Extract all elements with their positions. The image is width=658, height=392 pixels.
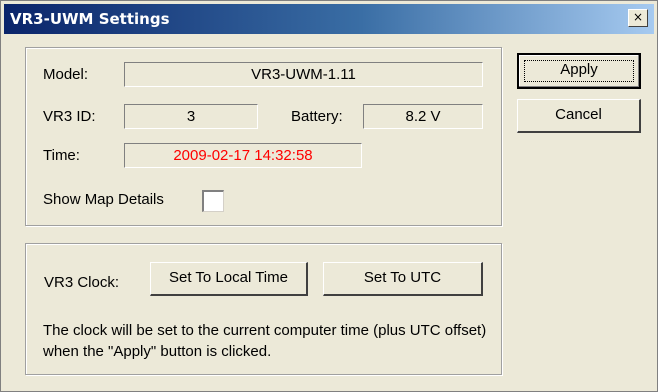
apply-label: Apply (560, 61, 598, 78)
window-title: VR3-UWM Settings (10, 10, 170, 28)
show-map-details-checkbox[interactable] (202, 190, 224, 212)
device-info-group: Model: VR3-UWM-1.11 VR3 ID: 3 Battery: 8… (25, 47, 502, 226)
vr3-clock-label: VR3 Clock: (44, 274, 120, 291)
time-field: 2009-02-17 14:32:58 (124, 143, 362, 168)
model-field: VR3-UWM-1.11 (124, 62, 483, 87)
apply-button[interactable]: Apply (517, 53, 641, 89)
set-to-utc-button[interactable]: Set To UTC (323, 262, 483, 296)
vr3-id-label: VR3 ID: (43, 108, 96, 125)
time-label: Time: (43, 147, 80, 164)
close-button[interactable]: × (628, 9, 648, 27)
title-bar: VR3-UWM Settings × (4, 4, 654, 34)
set-to-local-time-button[interactable]: Set To Local Time (150, 262, 308, 296)
set-to-local-time-label: Set To Local Time (169, 269, 288, 286)
battery-label: Battery: (291, 108, 343, 125)
settings-dialog: VR3-UWM Settings × Model: VR3-UWM-1.11 V… (0, 0, 658, 392)
set-to-utc-label: Set To UTC (363, 269, 442, 286)
cancel-label: Cancel (555, 106, 602, 123)
model-label: Model: (43, 66, 89, 83)
cancel-button[interactable]: Cancel (517, 99, 641, 133)
show-map-details-label: Show Map Details (43, 191, 164, 208)
vr3-id-field: 3 (124, 104, 258, 129)
close-icon: × (632, 10, 644, 24)
battery-field: 8.2 V (363, 104, 483, 129)
clock-note: The clock will be set to the current com… (43, 322, 487, 360)
